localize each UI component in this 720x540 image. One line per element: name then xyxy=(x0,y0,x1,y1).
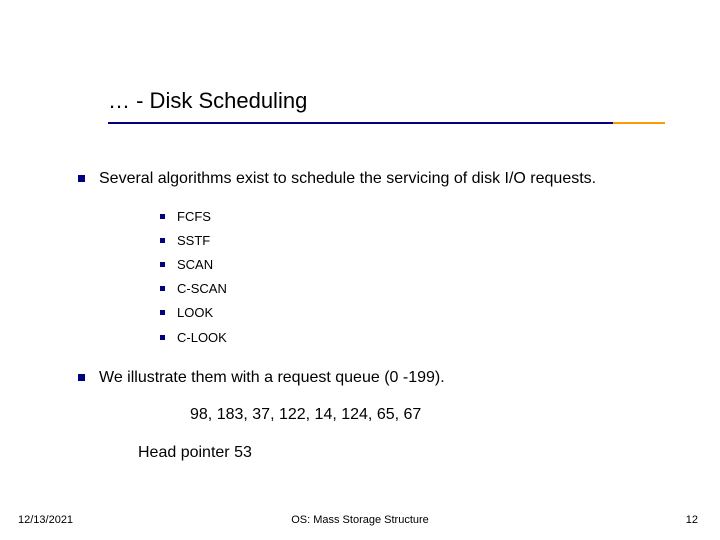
bullet-intro-text: Several algorithms exist to schedule the… xyxy=(99,168,596,190)
list-item: FCFS xyxy=(160,208,680,226)
bullet-icon xyxy=(78,374,85,381)
bullet-icon xyxy=(78,175,85,182)
footer: 12/13/2021 OS: Mass Storage Structure 12 xyxy=(0,514,720,526)
bullet-illustrate-text: We illustrate them with a request queue … xyxy=(99,367,445,389)
algorithm-list: FCFS SSTF SCAN C-SCAN LOOK C-LOOK xyxy=(60,208,680,347)
request-queue: 98, 183, 37, 122, 14, 124, 65, 67 xyxy=(190,406,680,424)
algorithm-name: LOOK xyxy=(177,304,213,322)
head-pointer: Head pointer 53 xyxy=(138,444,680,462)
algorithm-name: SSTF xyxy=(177,232,210,250)
list-item: C-SCAN xyxy=(160,280,680,298)
footer-date: 12/13/2021 xyxy=(18,514,73,526)
bullet-icon xyxy=(160,214,165,219)
list-item: SSTF xyxy=(160,232,680,250)
footer-subject: OS: Mass Storage Structure xyxy=(0,514,720,526)
list-item: C-LOOK xyxy=(160,329,680,347)
bullet-icon xyxy=(160,262,165,267)
slide-title: … - Disk Scheduling xyxy=(108,88,307,114)
footer-page-number: 12 xyxy=(686,514,698,526)
bullet-intro: Several algorithms exist to schedule the… xyxy=(78,168,680,190)
bullet-icon xyxy=(160,335,165,340)
algorithm-name: C-LOOK xyxy=(177,329,227,347)
algorithm-name: FCFS xyxy=(177,208,211,226)
title-underline xyxy=(108,122,613,124)
slide-title-row: … - Disk Scheduling xyxy=(108,88,307,114)
title-underline-accent xyxy=(613,122,665,124)
content-area: Several algorithms exist to schedule the… xyxy=(60,168,680,462)
bullet-icon xyxy=(160,286,165,291)
algorithm-name: C-SCAN xyxy=(177,280,227,298)
bullet-icon xyxy=(160,238,165,243)
bullet-illustrate: We illustrate them with a request queue … xyxy=(78,367,680,389)
slide: … - Disk Scheduling Several algorithms e… xyxy=(0,0,720,540)
list-item: LOOK xyxy=(160,304,680,322)
bullet-icon xyxy=(160,310,165,315)
algorithm-name: SCAN xyxy=(177,256,213,274)
list-item: SCAN xyxy=(160,256,680,274)
